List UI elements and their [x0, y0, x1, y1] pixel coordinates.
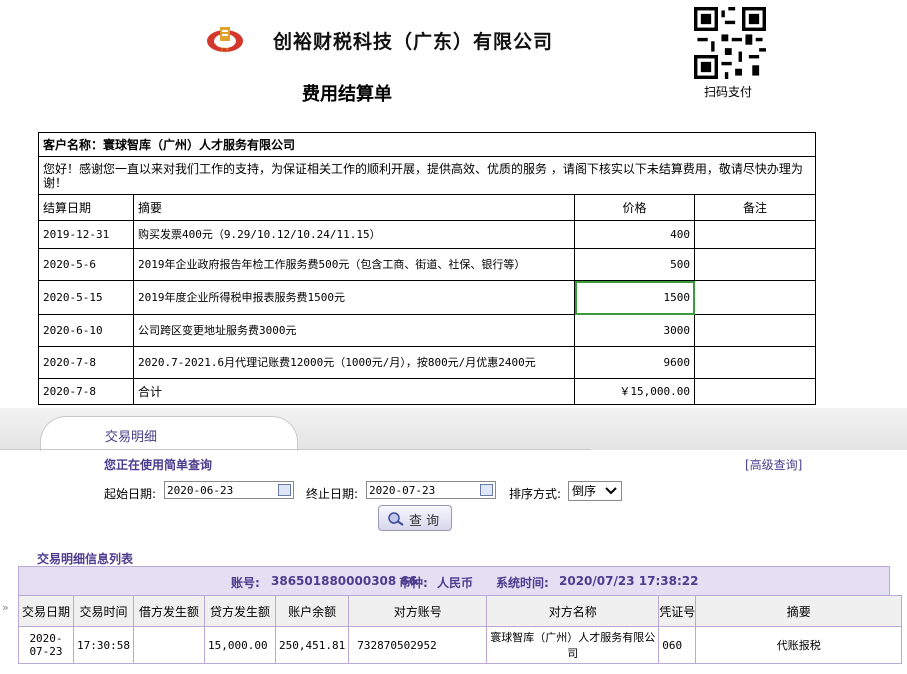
- simple-query-label: 您正在使用简单查询: [104, 458, 213, 472]
- header-row: 交易日期 交易时间 借方发生额 贷方发生额 账户余额 对方账号 对方名称 凭证号…: [18, 595, 903, 627]
- tx-memo: 代账报税: [695, 626, 903, 664]
- col-header[interactable]: 账户余额: [274, 595, 350, 627]
- transactions-table: 交易日期 交易时间 借方发生额 贷方发生额 账户余额 对方账号 对方名称 凭证号…: [18, 595, 903, 664]
- col-header[interactable]: 凭证号: [658, 595, 697, 627]
- total-label[interactable]: 合计: [133, 378, 575, 405]
- sort-value: 倒序: [572, 484, 597, 498]
- tab-transaction-details[interactable]: 交易明细: [40, 416, 298, 451]
- table-row: 2019-12-31 购买发票400元（9.29/10.12/10.24/11.…: [38, 220, 816, 249]
- tx-date: 2020-07-23: [18, 626, 74, 664]
- account-info-bar: 账号: 386501880000308 66 币种: 人民币 系统时间: 202…: [18, 566, 890, 596]
- table-row: 2020-6-10 公司跨区变更地址服务费3000元 3000: [38, 314, 816, 347]
- tab-label: 交易明细: [104, 430, 157, 445]
- qr-code-icon[interactable]: [694, 7, 766, 79]
- row-date[interactable]: 2020-7-8: [38, 346, 134, 379]
- end-date-input[interactable]: 2020-07-23: [366, 481, 496, 499]
- col-header[interactable]: 对方名称: [486, 595, 660, 627]
- sort-select[interactable]: 倒序: [568, 481, 622, 501]
- tx-voucher: 060: [658, 626, 697, 664]
- client-row: 客户名称：寰球智库（广州）人才服务有限公司: [38, 132, 816, 157]
- col-header[interactable]: 交易时间: [73, 595, 134, 627]
- end-date-value: 2020-07-23: [369, 484, 436, 497]
- col-header[interactable]: 对方账号: [348, 595, 488, 627]
- tx-debit: [132, 626, 205, 664]
- currency-label: 币种:: [399, 576, 428, 590]
- settlement-table: 客户名称：寰球智库（广州）人才服务有限公司 您好！感谢您一直以来对我们工作的支持…: [38, 132, 816, 405]
- row-date[interactable]: 2020-7-8: [38, 378, 134, 405]
- greeting-row: 您好！感谢您一直以来对我们工作的支持，为保证相关工作的顺利开展，提供高效、优质的…: [38, 156, 816, 195]
- row-date[interactable]: 2020-5-15: [38, 280, 134, 315]
- row-desc[interactable]: 公司跨区变更地址服务费3000元: [133, 314, 575, 347]
- col-note-header: 备注: [694, 194, 816, 221]
- row-desc[interactable]: 2019年企业政府报告年检工作服务费500元（包含工商、街道、社保、银行等）: [133, 248, 575, 281]
- row-date[interactable]: 2019-12-31: [38, 220, 134, 249]
- end-date-label: 终止日期:: [306, 487, 359, 501]
- row-note[interactable]: [694, 378, 816, 405]
- table-row: 2020-5-6 2019年企业政府报告年检工作服务费500元（包含工商、街道、…: [38, 248, 816, 281]
- row-date[interactable]: 2020-6-10: [38, 314, 134, 347]
- row-note[interactable]: [694, 280, 816, 315]
- account-label: 账号:: [231, 576, 260, 590]
- query-button[interactable]: 查 询: [378, 505, 452, 531]
- tx-balance: 250,451.81: [274, 626, 350, 664]
- row-price[interactable]: 400: [574, 220, 695, 249]
- table-row[interactable]: 2020-07-23 17:30:58 15,000.00 250,451.81…: [18, 626, 903, 664]
- row-note[interactable]: [694, 248, 816, 281]
- tx-counter-account: 732870502952: [348, 626, 488, 664]
- tx-counter-name: 寰球智库（广州）人才服务有限公司: [486, 626, 660, 664]
- currency-value: 人民币: [437, 576, 474, 590]
- list-title: 交易明细信息列表: [37, 552, 134, 566]
- row-note[interactable]: [694, 314, 816, 347]
- system-time-label: 系统时间:: [496, 576, 549, 590]
- row-note[interactable]: [694, 346, 816, 379]
- divider: [0, 449, 590, 450]
- col-price-header: 价格: [574, 194, 695, 221]
- calendar-icon[interactable]: [278, 484, 291, 496]
- chevron-down-icon: [605, 487, 617, 495]
- query-button-label: 查 询: [409, 514, 440, 529]
- row-note[interactable]: [694, 220, 816, 249]
- scroll-left-icon[interactable]: »: [2, 601, 9, 614]
- magnifier-icon: [388, 512, 404, 526]
- row-desc[interactable]: 2019年度企业所得税申报表服务费1500元: [133, 280, 575, 315]
- row-price-selected-cell[interactable]: 1500: [574, 280, 695, 315]
- col-header[interactable]: 摘要: [695, 595, 903, 627]
- row-price[interactable]: 9600: [574, 346, 695, 379]
- col-desc-header: 摘要: [133, 194, 575, 221]
- row-date[interactable]: 2020-5-6: [38, 248, 134, 281]
- table-row: 2020-7-8 2020.7-2021.6月代理记账费12000元（1000元…: [38, 346, 816, 379]
- company-name: 创裕财税科技（广东）有限公司: [273, 31, 554, 53]
- total-price[interactable]: ￥15,000.00: [574, 378, 695, 405]
- greeting-text: 您好！感谢您一直以来对我们工作的支持，为保证相关工作的顺利开展，提供高效、优质的…: [38, 156, 816, 195]
- tx-credit: 15,000.00: [203, 626, 276, 664]
- calendar-icon[interactable]: [480, 484, 493, 496]
- qr-caption: 扫码支付: [704, 85, 753, 99]
- row-price[interactable]: 500: [574, 248, 695, 281]
- tx-time: 17:30:58: [73, 626, 134, 664]
- account-value: 386501880000308 66: [271, 574, 418, 588]
- start-date-value: 2020-06-23: [167, 484, 234, 497]
- table-row: 2020-5-15 2019年度企业所得税申报表服务费1500元 1500: [38, 280, 816, 315]
- advanced-query-link[interactable]: [高级查询]: [745, 456, 802, 473]
- total-row: 2020-7-8 合计 ￥15,000.00: [38, 378, 816, 405]
- sort-label: 排序方式:: [509, 487, 562, 501]
- document-title: 费用结算单: [302, 84, 392, 105]
- row-desc[interactable]: 2020.7-2021.6月代理记账费12000元（1000元/月），按800元…: [133, 346, 575, 379]
- svg-text:CY: CY: [221, 47, 229, 54]
- company-logo: CY: [207, 27, 243, 54]
- system-time-value: 2020/07/23 17:38:22: [559, 574, 699, 588]
- col-header[interactable]: 交易日期: [18, 595, 74, 627]
- client-name: 客户名称：寰球智库（广州）人才服务有限公司: [38, 132, 816, 157]
- start-date-input[interactable]: 2020-06-23: [164, 481, 294, 499]
- col-header[interactable]: 贷方发生额: [203, 595, 276, 627]
- col-header[interactable]: 借方发生额: [132, 595, 205, 627]
- col-date-header: 结算日期: [38, 194, 134, 221]
- row-price[interactable]: 3000: [574, 314, 695, 347]
- start-date-label: 起始日期:: [104, 487, 157, 501]
- row-desc[interactable]: 购买发票400元（9.29/10.12/10.24/11.15）: [133, 220, 575, 249]
- header-row: 结算日期 摘要 价格 备注: [38, 194, 816, 221]
